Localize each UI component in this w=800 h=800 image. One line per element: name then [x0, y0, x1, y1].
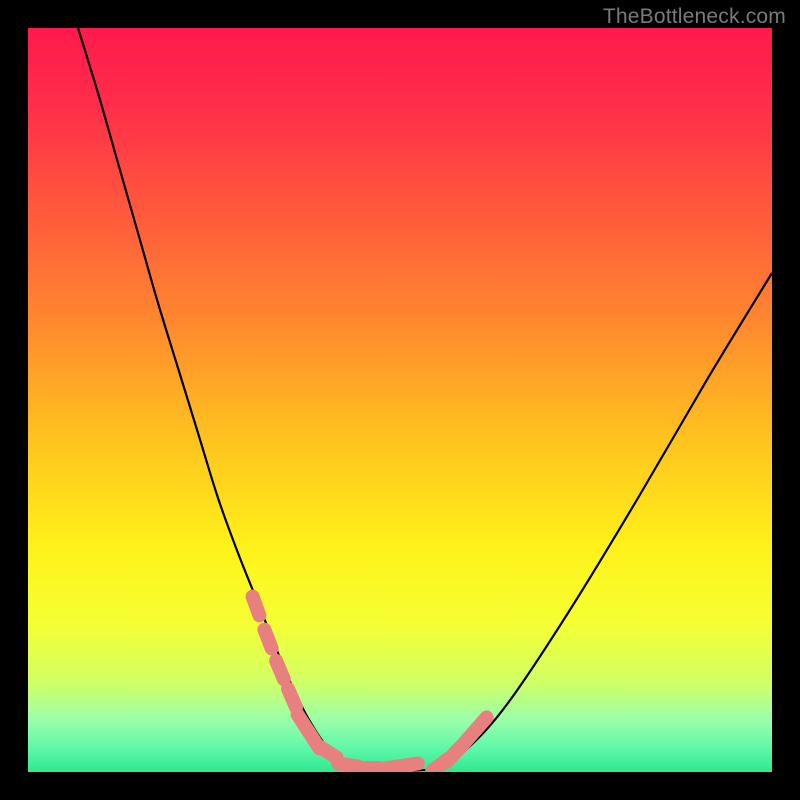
marker-capsule	[398, 764, 418, 767]
bottleneck-curve	[78, 28, 772, 770]
curve-markers	[253, 597, 487, 772]
marker-capsule	[276, 661, 284, 679]
chart-plot	[28, 28, 772, 772]
marker-capsule	[473, 718, 486, 733]
marker-capsule	[264, 630, 271, 649]
marker-capsule	[253, 597, 260, 616]
marker-capsule	[320, 747, 337, 758]
chart-frame	[28, 28, 772, 772]
marker-capsule	[288, 689, 296, 707]
watermark-text: TheBottleneck.com	[603, 5, 786, 29]
